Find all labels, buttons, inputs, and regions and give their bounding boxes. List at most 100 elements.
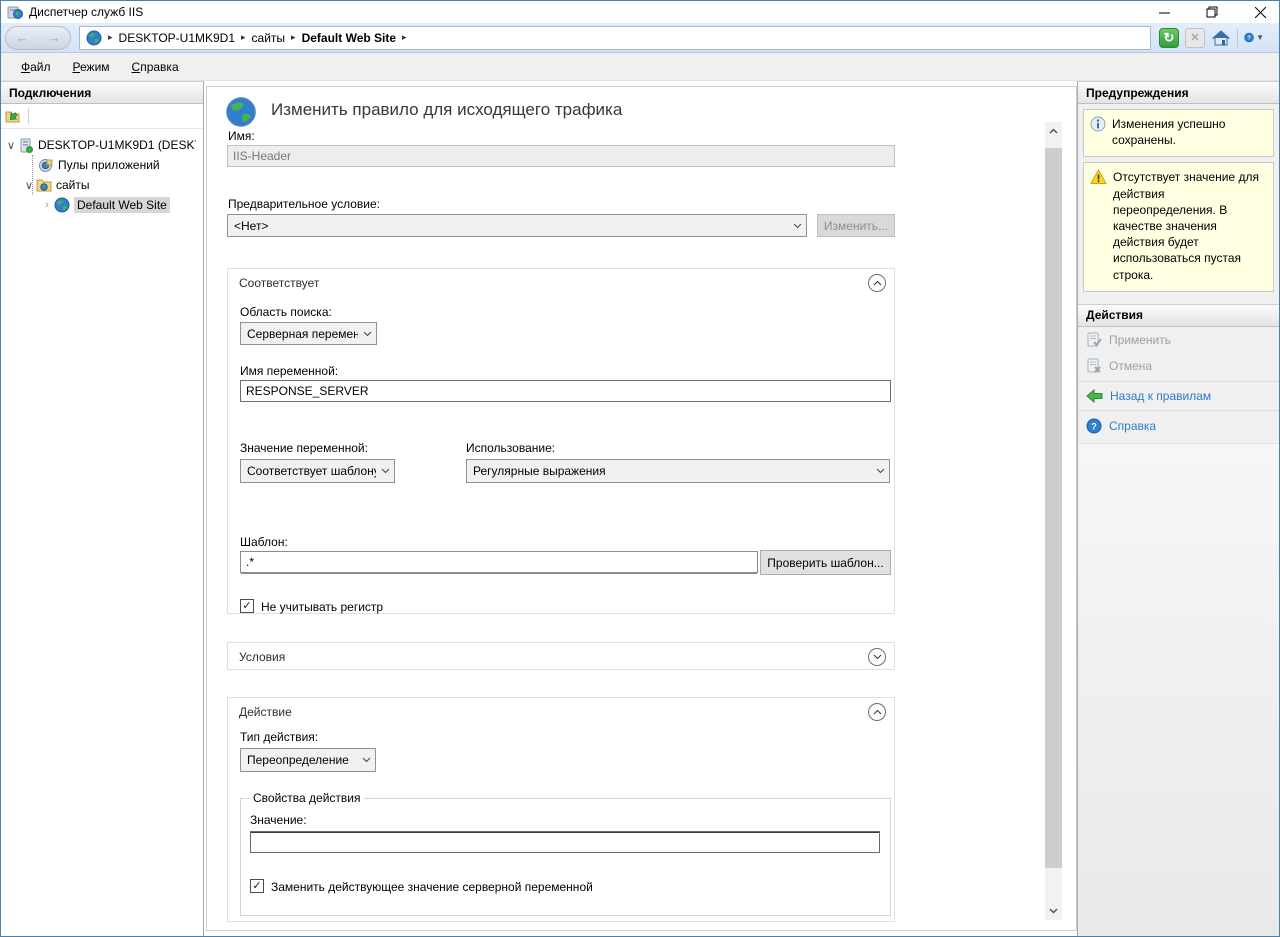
right-panel: Предупреждения Изменения успешно сохране… xyxy=(1077,81,1279,936)
close-button[interactable] xyxy=(1249,2,1271,22)
ignore-case-label: Не учитывать регистр xyxy=(261,600,383,614)
back-to-rules-label: Назад к правилам xyxy=(1110,389,1211,403)
action-section: Действие Тип действия: Переопределение С… xyxy=(227,697,895,922)
chevron-down-icon xyxy=(376,460,394,482)
address-bar: ← → ▸ DESKTOP-U1MK9D1 ▸ сайты ▸ Default … xyxy=(1,23,1279,53)
using-select[interactable]: Регулярные выражения xyxy=(466,459,890,483)
help-action[interactable]: ? Справка xyxy=(1078,413,1279,439)
actions-header: Действия xyxy=(1078,304,1279,327)
page-title: Изменить правило для исходящего трафика xyxy=(271,100,622,120)
variable-value-label: Значение переменной: xyxy=(240,441,368,455)
info-icon xyxy=(1090,116,1106,148)
connections-panel: Подключения ∨ DESKTOP-U1MK9D1 (DESKTOP П… xyxy=(1,81,204,936)
server-icon xyxy=(17,138,34,153)
tree-connector xyxy=(32,155,33,195)
app-icon xyxy=(7,4,23,20)
title-bar: Диспетчер служб IIS xyxy=(1,1,1279,23)
connections-header: Подключения xyxy=(1,81,203,104)
collapse-section-button[interactable] xyxy=(868,274,886,292)
info-alert: Изменения успешно сохранены. xyxy=(1083,109,1274,157)
stop-icon: ✕ xyxy=(1190,31,1199,44)
scroll-down-icon[interactable] xyxy=(1045,902,1062,920)
cancel-icon xyxy=(1086,358,1102,374)
action-type-select[interactable]: Переопределение xyxy=(240,748,376,772)
match-section: Соответствует Область поиска: Серверная … xyxy=(227,268,895,614)
variable-name-label: Имя переменной: xyxy=(240,364,338,378)
variable-name-input[interactable] xyxy=(240,380,891,402)
chevron-down-icon xyxy=(357,749,375,771)
restore-button[interactable] xyxy=(1201,2,1223,22)
menu-help[interactable]: Справка xyxy=(122,56,189,78)
replace-value-label: Заменить действующее значение серверной … xyxy=(271,880,593,894)
save-connection-icon[interactable] xyxy=(5,109,22,124)
breadcrumb-separator-icon: ▸ xyxy=(291,32,296,43)
menu-view[interactable]: Режим xyxy=(63,56,120,78)
warning-alert-text: Отсутствует значение для действия переоп… xyxy=(1113,169,1267,282)
conditions-section: Условия xyxy=(227,642,895,670)
scrollbar-thumb[interactable] xyxy=(1045,148,1062,868)
apply-icon xyxy=(1086,332,1102,348)
test-pattern-button[interactable]: Проверить шаблон... xyxy=(760,550,891,575)
match-section-title: Соответствует xyxy=(239,276,319,290)
chevron-down-icon: ▼ xyxy=(1256,33,1264,42)
chevron-expanded-icon[interactable]: ∨ xyxy=(23,179,35,192)
stop-button[interactable]: ✕ xyxy=(1185,28,1205,48)
vertical-scrollbar[interactable] xyxy=(1045,122,1062,920)
tree-item-sites-label: сайты xyxy=(56,178,90,192)
precondition-select[interactable]: <Нет> xyxy=(227,214,807,237)
home-button[interactable] xyxy=(1211,28,1231,48)
tree-item-server[interactable]: ∨ DESKTOP-U1MK9D1 (DESKTOP xyxy=(1,135,203,155)
scope-select[interactable]: Серверная переменн xyxy=(240,322,377,345)
tree-item-default-web-site[interactable]: › Default Web Site xyxy=(1,195,203,215)
apply-label: Применить xyxy=(1109,333,1171,347)
variable-value-select[interactable]: Соответствует шаблону xyxy=(240,459,395,483)
chevron-collapsed-icon[interactable]: › xyxy=(41,199,53,211)
back-to-rules-action[interactable]: Назад к правилам xyxy=(1078,384,1279,408)
panel-filler xyxy=(1078,443,1279,936)
svg-text:?: ? xyxy=(1091,421,1097,432)
svg-text:?: ? xyxy=(1247,36,1251,42)
breadcrumb-item-sites[interactable]: сайты xyxy=(252,31,286,45)
chevron-expanded-icon[interactable]: ∨ xyxy=(5,139,17,152)
back-arrow-icon xyxy=(1086,389,1103,403)
application-pools-icon xyxy=(37,158,54,173)
breadcrumb-item-server[interactable]: DESKTOP-U1MK9D1 xyxy=(119,31,235,45)
breadcrumb-item-default-web-site[interactable]: Default Web Site xyxy=(302,31,396,45)
menu-bar: Файл Режим Справка xyxy=(1,53,1279,81)
check-icon: ✓ xyxy=(242,601,251,612)
expand-section-button[interactable] xyxy=(868,648,886,666)
chevron-down-icon xyxy=(358,323,376,344)
globe-icon xyxy=(86,30,102,46)
back-icon[interactable]: ← xyxy=(16,31,29,44)
pattern-input[interactable] xyxy=(240,551,758,573)
help-button[interactable]: ? ▼ xyxy=(1244,28,1264,48)
actions-divider xyxy=(1078,381,1279,382)
action-type-label: Тип действия: xyxy=(240,730,318,744)
collapse-section-button[interactable] xyxy=(868,703,886,721)
action-section-title: Действие xyxy=(239,705,292,719)
refresh-button[interactable]: ↻ xyxy=(1159,28,1179,48)
warning-icon xyxy=(1090,169,1107,282)
edit-precondition-button[interactable]: Изменить... xyxy=(817,214,895,237)
forward-icon[interactable]: → xyxy=(48,31,61,44)
feature-globe-icon xyxy=(225,96,257,128)
help-label: Справка xyxy=(1109,419,1156,433)
breadcrumb-separator-icon: ▸ xyxy=(241,32,246,43)
action-value-input[interactable] xyxy=(250,831,880,853)
minimize-button[interactable] xyxy=(1153,2,1175,22)
menu-file[interactable]: Файл xyxy=(11,56,61,78)
tree-item-default-web-site-label: Default Web Site xyxy=(74,197,170,213)
check-icon: ✓ xyxy=(252,881,261,892)
breadcrumb-separator-icon: ▸ xyxy=(108,32,113,43)
action-properties-legend: Свойства действия xyxy=(249,791,364,805)
breadcrumb-separator-icon: ▸ xyxy=(402,32,407,43)
help-icon: ? xyxy=(1244,29,1254,46)
tree-item-app-pools-label: Пулы приложений xyxy=(58,158,160,172)
sites-folder-icon xyxy=(35,178,52,192)
iis-manager-window: Диспетчер служб IIS ← → ▸ DESKTOP-U1MK9D… xyxy=(0,0,1280,937)
scroll-up-icon[interactable] xyxy=(1045,122,1062,140)
connections-toolbar xyxy=(1,104,203,129)
replace-value-checkbox[interactable]: ✓ xyxy=(250,879,264,893)
ignore-case-checkbox[interactable]: ✓ xyxy=(240,599,254,613)
precondition-label: Предварительное условие: xyxy=(228,197,380,211)
